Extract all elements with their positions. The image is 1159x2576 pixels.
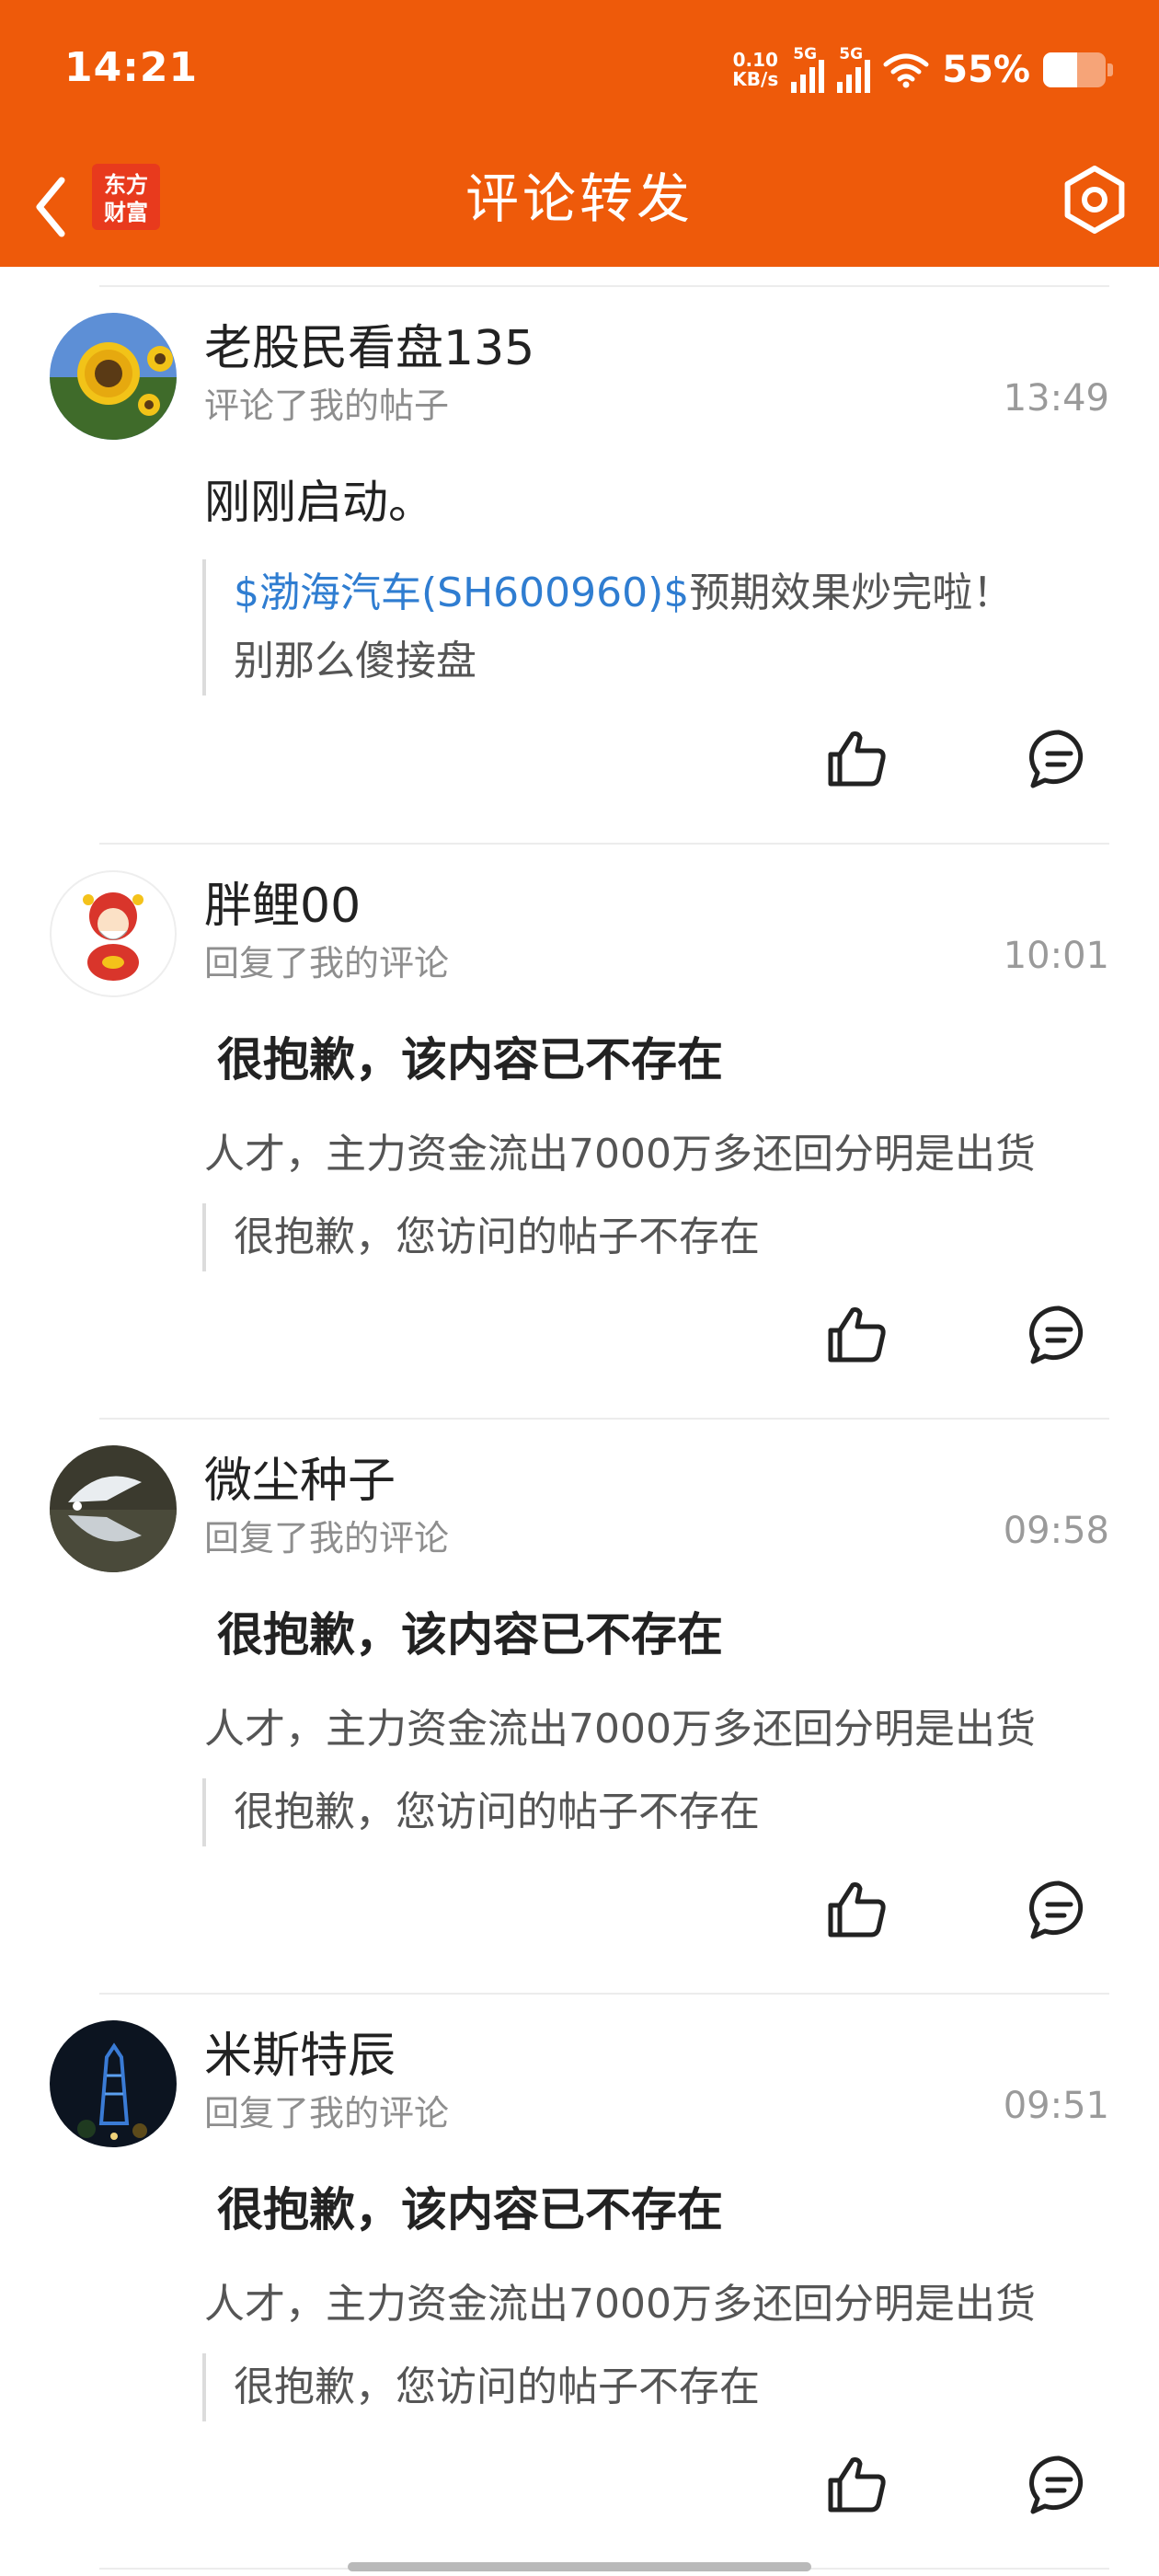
battery-percent: 55% [942,49,1030,91]
signal-label: 5G [793,45,818,63]
username[interactable]: 胖鲤00 [204,867,361,936]
username[interactable]: 老股民看盘135 [204,309,534,378]
comment-text: 很抱歉，该内容已不存在 [217,1033,723,1087]
comment-button[interactable] [1022,1298,1096,1372]
reply-text: 人才，主力资金流出7000万多还回分明是出货 [204,1706,1036,1753]
timestamp: 09:58 [1003,1510,1109,1552]
action-text: 评论了我的帖子 [204,385,450,426]
action-text: 回复了我的评论 [204,1518,450,1558]
comment-text: 很抱歉，该内容已不存在 [217,1608,723,1662]
notification-item[interactable]: 米斯特辰 回复了我的评论 09:51 很抱歉，该内容已不存在 人才，主力资金流出… [0,1993,1159,2568]
action-text: 回复了我的评论 [204,943,450,983]
battery-cap [1107,63,1113,76]
quoted-post[interactable]: 很抱歉，您访问的帖子不存在 [202,1203,760,1271]
like-button[interactable] [820,2448,894,2522]
chat-icon [1029,2455,1084,2514]
username[interactable]: 米斯特辰 [204,2017,396,2086]
like-button[interactable] [820,1873,894,1947]
comment-button[interactable] [1022,1873,1096,1947]
comment-text: 刚刚启动。 [204,476,434,529]
quoted-post[interactable]: $渤海汽车(SH600960)$预期效果炒完啦！ 别那么傻接盘 [202,559,1013,696]
reply-text: 人才，主力资金流出7000万多还回分明是出货 [204,1131,1036,1178]
network-speed-unit: KB/s [732,68,779,90]
settings-icon [1064,166,1125,234]
chat-icon [1029,1880,1084,1939]
thumbs-up-icon [828,1882,886,1938]
timestamp: 13:49 [1003,377,1109,420]
signal-label: 5G [839,45,864,63]
quote-text: 很抱歉，您访问的帖子不存在 [234,1213,760,1260]
reply-text: 人才，主力资金流出7000万多还回分明是出货 [204,2281,1036,2328]
network-speed-value: 0.10 [732,49,778,71]
quoted-post[interactable]: 很抱歉，您访问的帖子不存在 [202,2353,760,2421]
wifi-icon [883,53,929,88]
like-button[interactable] [820,722,894,796]
avatar[interactable] [50,313,177,440]
avatar[interactable] [50,2020,177,2147]
username[interactable]: 微尘种子 [204,1442,396,1511]
home-indicator[interactable] [348,2562,811,2571]
comment-button[interactable] [1022,2448,1096,2522]
quote-text: 很抱歉，您访问的帖子不存在 [234,2363,760,2410]
app-header: 14:21 0.10 KB/s 5G 5G 55% 东方 财富 评论转发 [0,0,1159,267]
avatar[interactable] [50,1445,177,1572]
thumbs-up-icon [828,1307,886,1363]
timestamp: 10:01 [1003,935,1109,977]
chat-icon [1029,730,1084,788]
quote-text: 预期效果炒完啦！ [689,569,1014,616]
signal-icon: 5G [791,45,825,93]
chat-icon [1029,1305,1084,1364]
action-text: 回复了我的评论 [204,2093,450,2133]
quote-text: 很抱歉，您访问的帖子不存在 [234,1788,760,1835]
signal-icon: 5G [837,45,871,93]
nav-bar: 东方 财富 评论转发 [0,147,1159,267]
avatar[interactable] [50,870,177,997]
notification-item[interactable]: 老股民看盘135 评论了我的帖子 13:49 刚刚启动。 $渤海汽车(SH600… [0,285,1159,837]
timestamp: 09:51 [1003,2085,1109,2127]
network-speed: 0.10 KB/s [732,51,778,89]
comment-text: 很抱歉，该内容已不存在 [217,2183,723,2237]
quoted-post[interactable]: 很抱歉，您访问的帖子不存在 [202,1778,760,1846]
notification-item[interactable]: 微尘种子 回复了我的评论 09:58 很抱歉，该内容已不存在 人才，主力资金流出… [0,1418,1159,1993]
comment-button[interactable] [1022,722,1096,796]
notification-item[interactable]: 胖鲤00 回复了我的评论 10:01 很抱歉，该内容已不存在 人才，主力资金流出… [0,843,1159,1418]
status-bar: 14:21 0.10 KB/s 5G 5G 55% [0,0,1159,147]
quote-text: 别那么傻接盘 [234,638,476,684]
page-title: 评论转发 [465,167,694,230]
settings-button[interactable] [1056,161,1133,238]
battery-icon [1043,52,1106,87]
thumbs-up-icon [828,2457,886,2513]
like-button[interactable] [820,1298,894,1372]
stock-link[interactable]: $渤海汽车(SH600960)$ [234,569,689,616]
status-icons: 0.10 KB/s 5G 5G 55% [732,42,1113,98]
status-time: 14:21 [64,44,199,91]
thumbs-up-icon [828,731,886,787]
